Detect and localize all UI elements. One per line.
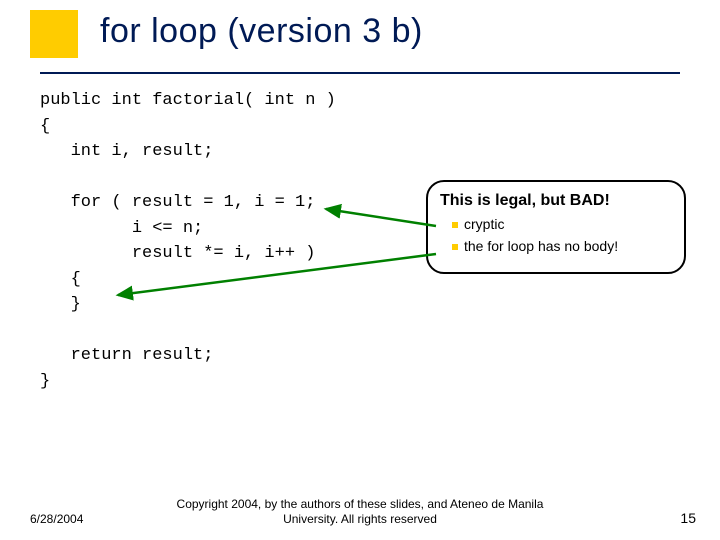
footer-date: 6/28/2004	[30, 512, 83, 526]
callout-item: the for loop has no body!	[452, 238, 672, 254]
callout-list: cryptic the for loop has no body!	[440, 216, 672, 254]
footer-copyright: Copyright 2004, by the authors of these …	[170, 497, 550, 528]
slide-title: for loop (version 3 b)	[100, 12, 423, 51]
callout-item: cryptic	[452, 216, 672, 232]
slide-number: 15	[680, 510, 696, 526]
accent-square	[30, 10, 78, 58]
callout-heading: This is legal, but BAD!	[440, 192, 672, 210]
callout-box: This is legal, but BAD! cryptic the for …	[426, 180, 686, 274]
title-rule	[40, 72, 680, 74]
slide: for loop (version 3 b) public int factor…	[0, 0, 720, 540]
code-block: public int factorial( int n ) { int i, r…	[40, 88, 336, 394]
